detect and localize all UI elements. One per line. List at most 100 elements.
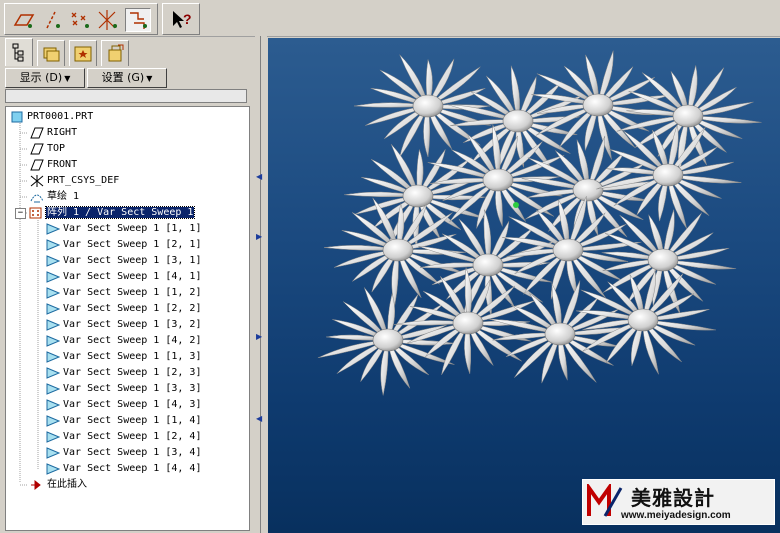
pattern-child-item[interactable]: Var Sect Sweep 1 [4, 4] xyxy=(46,462,201,476)
var-sect-sweep-icon xyxy=(46,367,61,379)
datum-point-display-icon[interactable] xyxy=(67,8,93,32)
pattern-model-render xyxy=(317,50,762,396)
flower-part xyxy=(488,280,634,384)
settings-menu-label: 设置 (G) xyxy=(101,71,145,84)
var-sect-sweep-icon xyxy=(46,271,61,283)
tree-root-label: PRT0001.PRT xyxy=(27,111,94,122)
pattern-child-label: Var Sect Sweep 1 [1, 3] xyxy=(63,351,202,362)
meiya-logo-mark xyxy=(587,484,623,517)
watermark-cn-text: 美雅設計 xyxy=(631,486,715,510)
pattern-child-item[interactable]: Var Sect Sweep 1 [3, 4] xyxy=(46,446,201,460)
tree-item-label: PRT_CSYS_DEF xyxy=(47,175,120,186)
var-sect-sweep-icon xyxy=(46,255,61,267)
pattern-child-item[interactable]: Var Sect Sweep 1 [1, 2] xyxy=(46,286,201,300)
pattern-child-item[interactable]: Var Sect Sweep 1 [1, 3] xyxy=(46,350,201,364)
var-sect-sweep-icon xyxy=(46,287,61,299)
var-sect-sweep-icon xyxy=(46,415,61,427)
datum-axis-display-icon[interactable] xyxy=(39,8,65,32)
var-sect-sweep-icon xyxy=(46,223,61,235)
tree-item-label: TOP xyxy=(47,143,66,154)
collapse-toggle[interactable]: − xyxy=(15,207,26,219)
help-toolbar: ? xyxy=(162,3,200,35)
part-icon xyxy=(10,111,24,123)
collapse-left-icon[interactable]: ◀ xyxy=(256,414,262,423)
insert-arrow-icon xyxy=(30,479,44,491)
flower-part xyxy=(317,287,456,396)
pattern-child-label: Var Sect Sweep 1 [3, 4] xyxy=(63,447,202,458)
expand-right-icon[interactable]: ▶ xyxy=(256,232,262,241)
pattern-child-label: Var Sect Sweep 1 [4, 2] xyxy=(63,335,202,346)
tree-item-pattern[interactable]: − 阵列 1 / Var Sect Sweep 1 xyxy=(15,206,196,220)
var-sect-sweep-icon xyxy=(46,399,61,411)
chevron-down-icon: ▼ xyxy=(64,74,71,83)
tree-item-right[interactable]: RIGHT xyxy=(30,126,77,140)
var-sect-sweep-icon xyxy=(46,303,61,315)
csys-icon xyxy=(30,175,44,187)
datum-plane-icon xyxy=(30,127,44,139)
expand-right-icon[interactable]: ▶ xyxy=(256,332,262,341)
insert-here-label: 在此插入 xyxy=(47,479,87,490)
pattern-child-label: Var Sect Sweep 1 [3, 1] xyxy=(63,255,202,266)
sketch-icon xyxy=(30,191,44,203)
var-sect-sweep-icon xyxy=(46,239,61,251)
tree-insert-here[interactable]: 在此插入 xyxy=(30,478,87,492)
top-toolbar: ? xyxy=(0,0,780,37)
tree-filter-bar[interactable] xyxy=(5,89,247,103)
panel-sash[interactable]: ◀ ▶ ▶ ◀ xyxy=(255,36,267,533)
watermark-url: www.meiyadesign.com xyxy=(621,510,731,521)
pattern-child-item[interactable]: Var Sect Sweep 1 [4, 1] xyxy=(46,270,201,284)
pattern-child-label: Var Sect Sweep 1 [2, 4] xyxy=(63,431,202,442)
collapse-left-icon[interactable]: ◀ xyxy=(256,172,262,181)
folder-browser-icon xyxy=(43,47,60,62)
chevron-down-icon: ▼ xyxy=(146,74,153,83)
spin-center-icon xyxy=(512,194,520,208)
pattern-child-item[interactable]: Var Sect Sweep 1 [2, 4] xyxy=(46,430,201,444)
pattern-child-item[interactable]: Var Sect Sweep 1 [3, 3] xyxy=(46,382,201,396)
pattern-child-item[interactable]: Var Sect Sweep 1 [3, 2] xyxy=(46,318,201,332)
pattern-child-item[interactable]: Var Sect Sweep 1 [2, 1] xyxy=(46,238,201,252)
tree-item-label: FRONT xyxy=(47,159,78,170)
var-sect-sweep-icon xyxy=(46,447,61,459)
pattern-child-item[interactable]: Var Sect Sweep 1 [2, 3] xyxy=(46,366,201,380)
settings-menu-button[interactable]: 设置 (G) ▼ xyxy=(87,68,167,88)
navigator-menus: 显示 (D) ▼ 设置 (G) ▼ xyxy=(3,68,253,88)
watermark-logo: 美雅設計 www.meiyadesign.com xyxy=(582,479,775,525)
pattern-icon xyxy=(29,207,43,219)
spin-center-display-icon[interactable] xyxy=(125,8,151,32)
pattern-child-label: Var Sect Sweep 1 [3, 3] xyxy=(63,383,202,394)
tree-root[interactable]: PRT0001.PRT xyxy=(10,110,93,124)
tree-item-top[interactable]: TOP xyxy=(30,142,65,156)
show-menu-button[interactable]: 显示 (D) ▼ xyxy=(5,68,85,88)
datum-plane-display-icon[interactable] xyxy=(11,8,37,32)
pattern-child-item[interactable]: Var Sect Sweep 1 [4, 3] xyxy=(46,398,201,412)
flower-part xyxy=(616,65,762,172)
pattern-child-label: Var Sect Sweep 1 [2, 2] xyxy=(63,303,202,314)
var-sect-sweep-icon xyxy=(46,383,61,395)
pattern-child-item[interactable]: Var Sect Sweep 1 [4, 2] xyxy=(46,334,201,348)
pattern-child-label: Var Sect Sweep 1 [3, 2] xyxy=(63,319,202,330)
var-sect-sweep-icon xyxy=(46,335,61,347)
tab-folder-browser[interactable] xyxy=(37,40,65,66)
pattern-child-label: Var Sect Sweep 1 [1, 2] xyxy=(63,287,202,298)
coordinate-system-display-icon[interactable] xyxy=(95,8,121,32)
tab-favorites[interactable] xyxy=(69,40,97,66)
pattern-child-item[interactable]: Var Sect Sweep 1 [2, 2] xyxy=(46,302,201,316)
model-tree: PRT0001.PRT RIGHT TOP FRONT PRT_CSYS_DEF… xyxy=(5,106,250,531)
tree-item-sketch[interactable]: 草绘 1 xyxy=(30,190,79,204)
tab-connections[interactable] xyxy=(101,40,129,66)
var-sect-sweep-icon xyxy=(46,319,61,331)
pattern-child-label: Var Sect Sweep 1 [4, 4] xyxy=(63,463,202,474)
datum-plane-icon xyxy=(30,143,44,155)
navigator-tabs xyxy=(3,38,253,66)
tab-model-tree[interactable] xyxy=(5,38,33,66)
sash-line xyxy=(260,36,261,533)
tree-item-csys[interactable]: PRT_CSYS_DEF xyxy=(30,174,119,188)
pattern-child-item[interactable]: Var Sect Sweep 1 [3, 1] xyxy=(46,254,201,268)
var-sect-sweep-icon xyxy=(46,431,61,443)
pattern-child-item[interactable]: Var Sect Sweep 1 [1, 1] xyxy=(46,222,201,236)
context-help-icon[interactable]: ? xyxy=(168,8,194,32)
tree-item-front[interactable]: FRONT xyxy=(30,158,77,172)
pattern-child-item[interactable]: Var Sect Sweep 1 [1, 4] xyxy=(46,414,201,428)
help-question-mark: ? xyxy=(183,11,192,27)
graphics-viewport[interactable] xyxy=(268,38,780,533)
